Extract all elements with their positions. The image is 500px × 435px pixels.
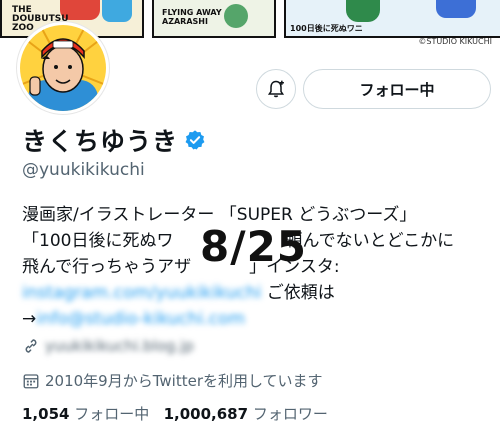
bio-line-4-suffix: ご依頼は — [261, 283, 335, 303]
bell-plus-icon — [267, 80, 285, 98]
avatar-illustration — [20, 25, 106, 111]
profile-handle: @yuukikikuchi — [22, 160, 145, 180]
joined-date: 2010年9月からTwitterを利用しています — [45, 372, 323, 390]
banner-credit: ©STUDIO KIKUCHI — [418, 37, 492, 46]
following-count: 1,054 — [22, 405, 70, 423]
date-overlay: 8/25 — [200, 222, 308, 271]
verified-badge-icon — [185, 130, 205, 150]
bio-line-2-start: 「100日後に死ぬワ — [22, 231, 174, 251]
followers-count: 1,000,687 — [163, 405, 249, 423]
profile-name: きくちゆうき — [22, 127, 179, 156]
notifications-button[interactable] — [256, 69, 296, 109]
following-label: フォロー中 — [74, 405, 150, 423]
profile-name-row: きくちゆうき — [22, 122, 206, 158]
banner-panel-2-text: FLYING AWAY AZARASHI — [162, 8, 222, 26]
following-button[interactable]: フォロー中 — [303, 69, 491, 109]
profile-joined-row: 2010年9月からTwitterを利用しています — [22, 370, 323, 391]
follow-stats: 1,054 フォロー中 1,000,687 フォロワー — [22, 403, 328, 424]
bio-line-5: →info@studio-kikuchi.com — [22, 306, 492, 332]
instagram-link[interactable]: instagram.com/yuukikikuchi — [22, 283, 261, 303]
bio-line-3-start: 飛んで行っちゃうアザ — [22, 257, 192, 277]
followers-label: フォロワー — [252, 405, 328, 423]
calendar-icon — [23, 373, 39, 388]
website-link[interactable]: yuukikikuchi.blog.jp — [45, 337, 194, 355]
banner-panel-2: FLYING AWAY AZARASHI — [152, 0, 276, 38]
followers-stat[interactable]: 1,000,687 フォロワー — [164, 405, 328, 423]
email-link[interactable]: info@studio-kikuchi.com — [36, 309, 245, 329]
avatar[interactable] — [17, 22, 109, 114]
profile-website-row: yuukikikuchi.blog.jp — [22, 337, 194, 355]
link-icon — [25, 339, 37, 353]
bio-line-2-end: 頼んでないとどこかに — [285, 231, 455, 251]
banner-panel-3: 100日後に死ぬワニ — [284, 0, 500, 38]
following-stat[interactable]: 1,054 フォロー中 — [22, 405, 149, 423]
email-arrow: → — [22, 309, 37, 329]
bio-line-4: instagram.com/yuukikikuchi ご依頼は — [22, 280, 492, 306]
banner-panel-3-text: 100日後に死ぬワニ — [290, 24, 363, 33]
